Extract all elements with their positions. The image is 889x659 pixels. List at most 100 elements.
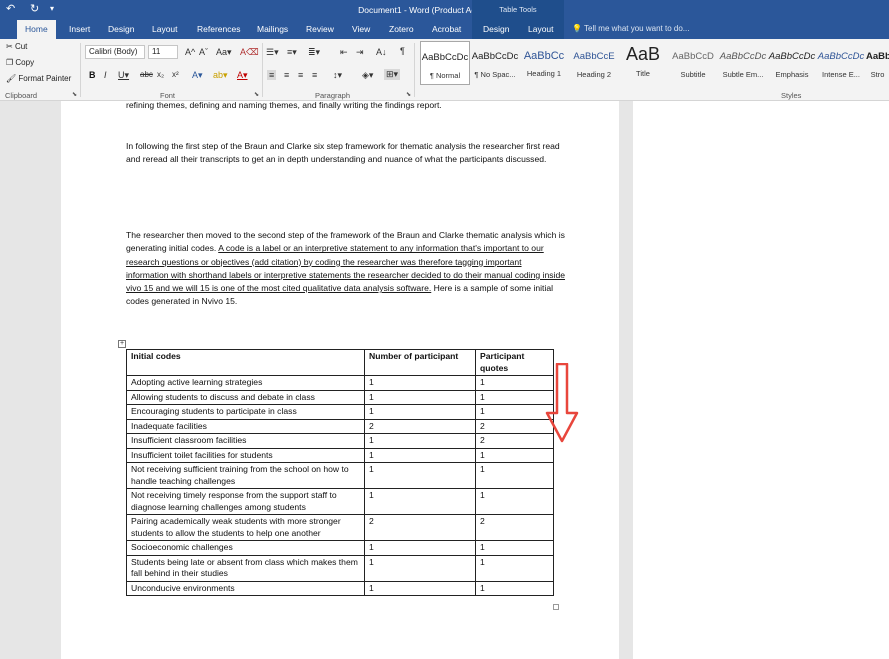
italic-icon[interactable]: I	[104, 70, 107, 80]
style-strong[interactable]: AaBbCcDc Stro	[866, 41, 889, 85]
cell-number-of-participant[interactable]: 1	[364, 580, 476, 596]
tab-references[interactable]: References	[197, 24, 240, 34]
line-spacing-icon[interactable]: ↕▾	[333, 70, 342, 81]
superscript-icon[interactable]: x²	[172, 70, 179, 79]
shrink-font-icon[interactable]: Aˇ	[199, 47, 208, 57]
justify-icon[interactable]: ≡	[312, 70, 317, 80]
document-page[interactable]: refining themes, defining and naming the…	[61, 100, 619, 659]
cell-participant-quotes[interactable]: 2	[475, 433, 554, 449]
tab-insert[interactable]: Insert	[69, 24, 90, 34]
cell-number-of-participant[interactable]: 1	[364, 389, 476, 405]
change-case-icon[interactable]: Aa▾	[216, 47, 232, 58]
highlight-color-icon[interactable]: ab▾	[213, 70, 228, 81]
bullets-icon[interactable]: ☰▾	[266, 47, 279, 58]
align-right-icon[interactable]: ≡	[298, 70, 303, 80]
cell-participant-quotes[interactable]: 1	[475, 447, 554, 463]
cell-participant-quotes[interactable]: 2	[475, 418, 554, 434]
cell-participant-quotes[interactable]: 1	[475, 462, 554, 489]
cell-initial-code[interactable]: Encouraging students to participate in c…	[126, 404, 365, 420]
cell-participant-quotes[interactable]: 1	[475, 554, 554, 582]
cell-participant-quotes[interactable]: 1	[475, 540, 554, 556]
cell-initial-code[interactable]: Not receiving sufficient training from t…	[126, 462, 365, 489]
cell-participant-quotes[interactable]: 1	[475, 404, 554, 420]
cell-participant-quotes[interactable]: 1	[475, 580, 554, 596]
cut-button[interactable]: ✂ Cut	[6, 42, 27, 51]
font-launcher-icon[interactable]: ⬊	[254, 91, 259, 98]
cell-number-of-participant[interactable]: 1	[364, 540, 476, 556]
format-painter-button[interactable]: 🖌 Format Painter	[6, 74, 71, 83]
tab-view[interactable]: View	[352, 24, 370, 34]
cell-number-of-participant[interactable]: 1	[364, 554, 476, 582]
style-intense-emphasis[interactable]: AaBbCcDc Intense E...	[816, 41, 866, 85]
clear-formatting-icon[interactable]: A⌫	[240, 47, 259, 58]
cell-initial-code[interactable]: Allowing students to discuss and debate …	[126, 389, 365, 405]
text-effects-icon[interactable]: A▾	[192, 70, 203, 81]
cell-initial-code[interactable]: Adopting active learning strategies	[126, 375, 365, 391]
decrease-indent-icon[interactable]: ⇤	[340, 47, 348, 58]
cell-number-of-participant[interactable]: 1	[364, 433, 476, 449]
style-no-spacing[interactable]: AaBbCcDc ¶ No Spac...	[470, 41, 520, 85]
style-normal[interactable]: AaBbCcDc ¶ Normal	[420, 41, 470, 85]
tab-mailings[interactable]: Mailings	[257, 24, 288, 34]
font-size-select[interactable]: 11	[148, 45, 178, 59]
shading-icon[interactable]: ◈▾	[362, 70, 373, 81]
cell-number-of-participant[interactable]: 2	[364, 514, 476, 541]
font-color-icon[interactable]: A▾	[237, 70, 248, 81]
grow-font-icon[interactable]: A^	[185, 47, 195, 57]
tab-layout[interactable]: Layout	[152, 24, 178, 34]
style-emphasis[interactable]: AaBbCcDc Emphasis	[767, 41, 817, 85]
strikethrough-icon[interactable]: abc	[140, 70, 153, 79]
borders-icon[interactable]: ⊞▾	[384, 69, 401, 80]
cell-initial-code[interactable]: Students being late or absent from class…	[126, 554, 365, 582]
cell-number-of-participant[interactable]: 1	[364, 447, 476, 463]
cell-number-of-participant[interactable]: 1	[364, 375, 476, 391]
tab-table-design[interactable]: Design	[483, 24, 509, 34]
tab-acrobat[interactable]: Acrobat	[432, 24, 461, 34]
cell-number-of-participant[interactable]: 2	[364, 418, 476, 434]
tell-me-search[interactable]: 💡 Tell me what you want to do...	[572, 24, 689, 33]
style-sample: AaBbCcDc	[817, 51, 865, 62]
tab-design[interactable]: Design	[108, 24, 134, 34]
style-heading-2[interactable]: AaBbCcE Heading 2	[569, 41, 619, 85]
show-formatting-marks-icon[interactable]: ¶	[400, 46, 405, 56]
table-resize-handle[interactable]	[553, 604, 559, 610]
cell-initial-code[interactable]: Socioeconomic challenges	[126, 540, 365, 556]
cell-initial-code[interactable]: Insufficient toilet facilities for stude…	[126, 447, 365, 463]
style-subtle-emphasis[interactable]: AaBbCcDc Subtle Em...	[718, 41, 768, 85]
cell-number-of-participant[interactable]: 1	[364, 462, 476, 489]
increase-indent-icon[interactable]: ⇥	[356, 47, 364, 58]
cell-initial-code[interactable]: Inadequate facilities	[126, 418, 365, 434]
multilevel-list-icon[interactable]: ≣▾	[308, 47, 320, 58]
clipboard-launcher-icon[interactable]: ⬊	[72, 91, 77, 98]
cell-initial-code[interactable]: Not receiving timely response from the s…	[126, 488, 365, 515]
numbering-icon[interactable]: ≡▾	[287, 47, 297, 58]
align-left-icon[interactable]: ≡	[267, 70, 277, 80]
tab-review[interactable]: Review	[306, 24, 334, 34]
font-name-select[interactable]: Calibri (Body)	[85, 45, 145, 59]
cell-participant-quotes[interactable]: 1	[475, 389, 554, 405]
tab-table-layout[interactable]: Layout	[528, 24, 554, 34]
subscript-icon[interactable]: x₂	[157, 70, 164, 79]
tab-home[interactable]: Home	[17, 20, 56, 39]
table-move-handle[interactable]: +	[118, 340, 126, 348]
bold-icon[interactable]: B	[89, 70, 96, 80]
cell-initial-code[interactable]: Unconducive environments	[126, 580, 365, 596]
tab-zotero[interactable]: Zotero	[389, 24, 414, 34]
copy-button[interactable]: ❐ Copy	[6, 58, 34, 67]
cell-number-of-participant[interactable]: 1	[364, 488, 476, 515]
style-name: Emphasis	[775, 70, 809, 79]
paragraph-launcher-icon[interactable]: ⬊	[406, 91, 411, 98]
style-heading-1[interactable]: AaBbCc Heading 1	[519, 41, 569, 85]
cell-participant-quotes[interactable]: 1	[475, 488, 554, 515]
cell-initial-code[interactable]: Pairing academically weak students with …	[126, 514, 365, 541]
sort-icon[interactable]: A↓	[376, 47, 387, 57]
cell-participant-quotes[interactable]: 1	[475, 375, 554, 391]
style-subtitle[interactable]: AaBbCcD Subtitle	[668, 41, 718, 85]
align-center-icon[interactable]: ≡	[284, 70, 289, 80]
underline-icon[interactable]: U▾	[118, 70, 129, 81]
cell-initial-code[interactable]: Insufficient classroom facilities	[126, 433, 365, 449]
style-title[interactable]: AaB Title	[618, 41, 668, 85]
document-page-next[interactable]	[633, 101, 889, 659]
cell-number-of-participant[interactable]: 1	[364, 404, 476, 420]
cell-participant-quotes[interactable]: 2	[475, 514, 554, 541]
